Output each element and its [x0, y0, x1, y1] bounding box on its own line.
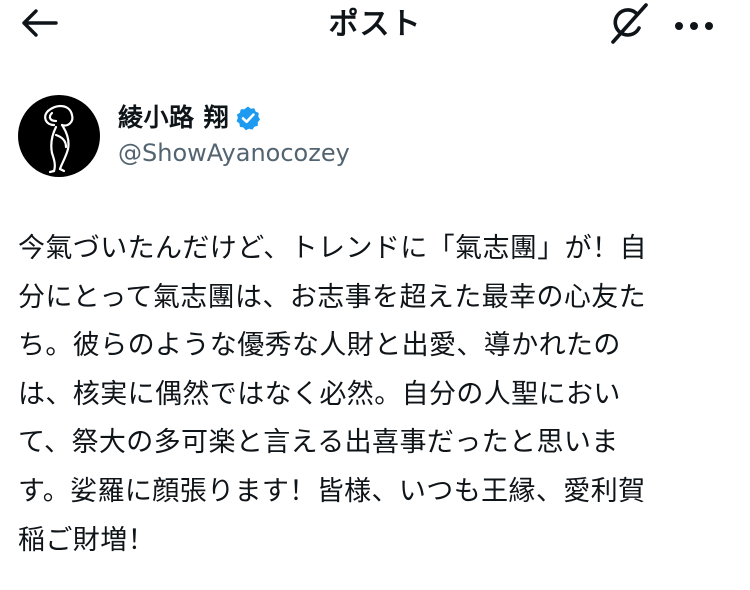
grok-icon: [606, 1, 652, 49]
post-text-line: 今氣づいたんだけど、トレンドに「氣志團」が！自: [18, 233, 647, 264]
display-name: 綾小路 翔: [118, 103, 230, 132]
post-text-line: て、祭大の多可楽と言える出喜事だったと思いま: [18, 427, 619, 459]
author-block: 綾小路 翔 @ShowAyanocozey: [18, 95, 718, 177]
grok-button[interactable]: [604, 2, 654, 48]
more-icon: [674, 16, 714, 35]
avatar[interactable]: [18, 95, 100, 177]
display-name-row[interactable]: 綾小路 翔: [118, 101, 261, 135]
avatar-illustration-icon: [44, 105, 74, 174]
post-text-line: ち。彼らのような優秀な人財と出愛、導かれたの: [18, 330, 621, 362]
post-text-line: 分にとって氣志團は、お志事を超えた最幸の心友た: [18, 281, 647, 313]
user-handle[interactable]: @ShowAyanocozey: [118, 137, 350, 169]
verified-badge-icon: [235, 105, 261, 131]
post-text-line: は、核実に偶然ではなく必然。自分の人聖におい: [18, 378, 621, 410]
post-text-line: 稲ご財増！: [18, 524, 155, 556]
post-text-line: す。娑羅に顔張ります！皆様、いつも王縁、愛利賀: [18, 475, 646, 507]
more-options-button[interactable]: [670, 6, 718, 44]
post-text: 今氣づいたんだけど、トレンドに「氣志團」が！自 分にとって氣志團は、お志事を超え…: [18, 225, 718, 565]
top-bar: ポスト: [0, 0, 750, 50]
